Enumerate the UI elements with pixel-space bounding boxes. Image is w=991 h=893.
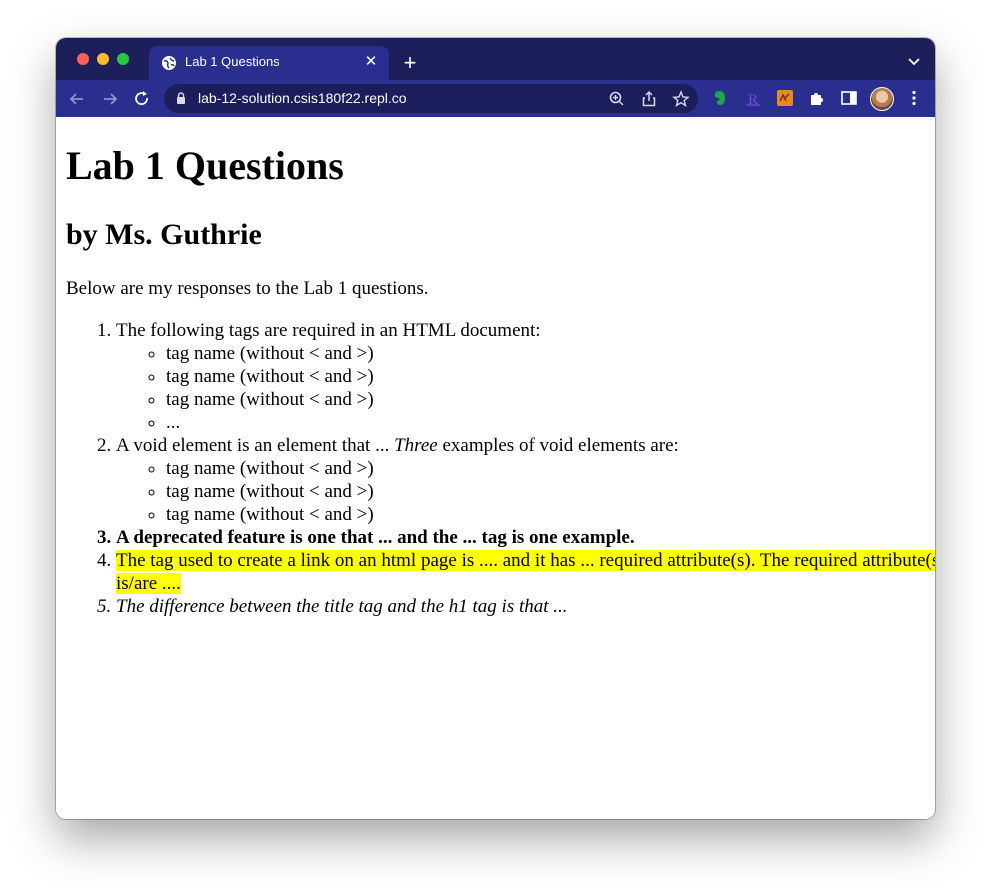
lock-icon[interactable] bbox=[176, 92, 186, 105]
tab-lab-1-questions[interactable]: Lab 1 Questions ✕ bbox=[149, 46, 389, 80]
zoom-icon[interactable] bbox=[608, 90, 626, 108]
list-item: tag name (without < and >) bbox=[166, 388, 935, 411]
question-5: The difference between the title tag and… bbox=[116, 595, 935, 618]
r-extension-icon[interactable]: R bbox=[744, 89, 762, 107]
list-item: tag name (without < and >) bbox=[166, 503, 935, 526]
evernote-extension-icon[interactable] bbox=[711, 89, 729, 107]
void-elements-list: tag name (without < and >) tag name (wit… bbox=[116, 457, 935, 526]
bookmark-star-icon[interactable] bbox=[672, 90, 690, 108]
tab-close-icon[interactable]: ✕ bbox=[362, 53, 380, 71]
browser-window: Lab 1 Questions ✕ + lab-12-solution.csis… bbox=[56, 38, 935, 819]
question-3: A deprecated feature is one that ... and… bbox=[116, 526, 935, 549]
list-item: tag name (without < and >) bbox=[166, 480, 935, 503]
question-2-text-after: examples of void elements are: bbox=[437, 435, 679, 456]
orange-extension-icon[interactable] bbox=[776, 89, 794, 107]
question-1: The following tags are required in an HT… bbox=[116, 319, 935, 434]
list-item: ... bbox=[166, 411, 935, 434]
title-bar: Lab 1 Questions ✕ + bbox=[56, 38, 935, 80]
question-4-highlighted-text: The tag used to create a link on an html… bbox=[116, 550, 935, 594]
chevron-down-icon[interactable] bbox=[907, 54, 921, 68]
browser-toolbar: lab-12-solution.csis180f22.repl.co R bbox=[56, 80, 935, 117]
page-subtitle: by Ms. Guthrie bbox=[66, 218, 262, 251]
share-icon[interactable] bbox=[640, 90, 658, 108]
profile-avatar[interactable] bbox=[870, 87, 894, 111]
question-1-text: The following tags are required in an HT… bbox=[116, 320, 541, 341]
puzzle-extensions-icon[interactable] bbox=[808, 89, 826, 107]
new-tab-button[interactable]: + bbox=[400, 52, 420, 74]
close-window-button[interactable] bbox=[77, 53, 89, 65]
questions-list: The following tags are required in an HT… bbox=[66, 319, 935, 618]
side-panel-icon[interactable] bbox=[840, 89, 858, 107]
reload-icon[interactable] bbox=[132, 89, 152, 109]
minimize-window-button[interactable] bbox=[97, 53, 109, 65]
page-content: Lab 1 Questions by Ms. Guthrie Below are… bbox=[56, 117, 935, 819]
list-item: tag name (without < and >) bbox=[166, 365, 935, 388]
question-2-text-before: A void element is an element that ... bbox=[116, 435, 395, 456]
question-2-emphasis: Three bbox=[394, 435, 438, 456]
question-2: A void element is an element that ... Th… bbox=[116, 434, 935, 526]
back-arrow-icon[interactable] bbox=[67, 89, 87, 109]
question-4: The tag used to create a link on an html… bbox=[116, 549, 935, 595]
list-item: tag name (without < and >) bbox=[166, 457, 935, 480]
tab-title: Lab 1 Questions bbox=[185, 54, 280, 69]
url-text[interactable]: lab-12-solution.csis180f22.repl.co bbox=[198, 90, 407, 106]
required-tags-list: tag name (without < and >) tag name (wit… bbox=[116, 342, 935, 434]
zoom-window-button[interactable] bbox=[117, 53, 129, 65]
kebab-menu-icon[interactable] bbox=[905, 89, 923, 107]
address-bar[interactable]: lab-12-solution.csis180f22.repl.co bbox=[164, 84, 698, 113]
intro-text: Below are my responses to the Lab 1 ques… bbox=[66, 278, 429, 299]
forward-arrow-icon[interactable] bbox=[100, 89, 120, 109]
globe-icon bbox=[162, 56, 176, 70]
page-title: Lab 1 Questions bbox=[66, 143, 344, 188]
list-item: tag name (without < and >) bbox=[166, 342, 935, 365]
